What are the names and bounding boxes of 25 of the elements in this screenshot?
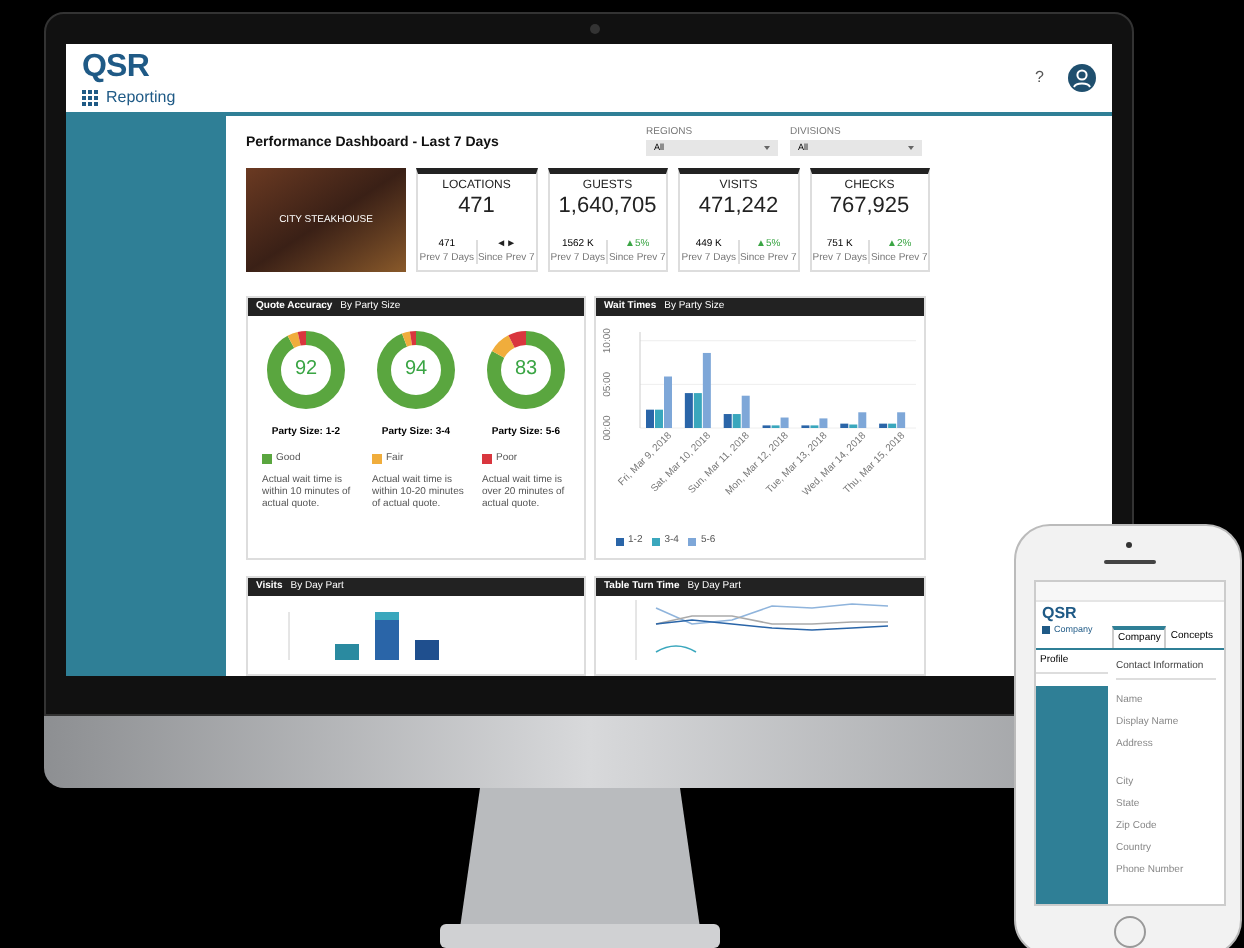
- donut-chart: [374, 328, 458, 412]
- logo: QSR: [1042, 606, 1079, 622]
- donut-score: 94: [402, 360, 430, 380]
- donut-chart: [484, 328, 568, 412]
- kpi-value: 471,242: [698, 196, 779, 218]
- kpi-value: 1,640,705: [558, 196, 657, 218]
- caret-icon: [764, 146, 770, 150]
- phone-camera-icon: [1126, 542, 1132, 548]
- donut-score: 92: [292, 360, 320, 380]
- legend-swatch: [652, 537, 661, 545]
- user-avatar-icon[interactable]: [1068, 64, 1096, 92]
- legend-swatch: [616, 537, 624, 545]
- donut-score: 83: [512, 360, 540, 380]
- camera-icon: [590, 24, 600, 34]
- kpi-value: 767,925: [829, 196, 910, 218]
- kpi-value: 471: [458, 196, 495, 218]
- app-grid-icon[interactable]: [1042, 626, 1050, 635]
- legend-swatch: [688, 537, 697, 545]
- app-title: Reporting: [106, 90, 176, 106]
- phone-home-button[interactable]: [1114, 916, 1146, 948]
- logo: QSR: [82, 52, 151, 84]
- caret-icon: [908, 146, 914, 150]
- app-grid-icon[interactable]: [82, 90, 98, 106]
- help-button[interactable]: ?: [1035, 70, 1044, 86]
- donut-chart: [264, 328, 348, 412]
